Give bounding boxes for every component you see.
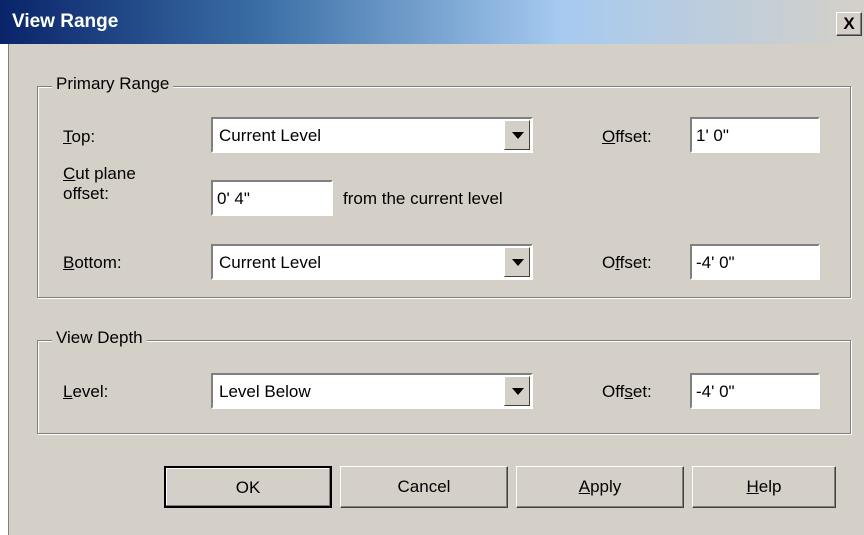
cut-plane-suffix: from the current level xyxy=(343,189,503,208)
view-depth-offset-field[interactable]: -4' 0" xyxy=(690,373,820,409)
chevron-down-icon[interactable] xyxy=(504,120,530,150)
help-button[interactable]: Help xyxy=(692,466,836,508)
top-level-value: Current Level xyxy=(219,126,322,145)
top-offset-label: Offset: xyxy=(602,127,652,146)
bottom-label: Bottom: xyxy=(63,253,122,272)
cut-plane-offset-field[interactable]: 0' 4" xyxy=(211,180,333,216)
cut-plane-label: Cut plane offset: xyxy=(63,164,136,203)
bottom-level-value: Current Level xyxy=(219,253,322,272)
primary-range-legend: Primary Range xyxy=(52,74,174,94)
bottom-offset-field[interactable]: -4' 0" xyxy=(690,244,820,280)
view-depth-offset-label: Offset: xyxy=(602,382,652,401)
view-depth-level-value: Level Below xyxy=(219,382,311,401)
bottom-level-dropdown[interactable]: Current Level xyxy=(211,244,533,280)
window-left-edge xyxy=(0,44,9,535)
top-label: Top: xyxy=(63,127,96,146)
apply-button[interactable]: Apply xyxy=(516,466,684,508)
top-level-dropdown[interactable]: Current Level xyxy=(211,117,533,153)
ok-button[interactable]: OK xyxy=(164,466,332,508)
chevron-down-icon[interactable] xyxy=(504,376,530,406)
view-depth-legend: View Depth xyxy=(52,328,147,348)
bottom-offset-label: Offset: xyxy=(602,253,652,272)
view-depth-level-dropdown[interactable]: Level Below xyxy=(211,373,533,409)
top-offset-field[interactable]: 1' 0" xyxy=(690,117,820,153)
title-bar: View Range X xyxy=(0,0,864,44)
cancel-button[interactable]: Cancel xyxy=(340,466,508,508)
chevron-down-icon[interactable] xyxy=(504,247,530,277)
level-label: Level: xyxy=(63,382,109,401)
window-title: View Range xyxy=(12,11,119,32)
close-button[interactable]: X xyxy=(836,12,862,36)
